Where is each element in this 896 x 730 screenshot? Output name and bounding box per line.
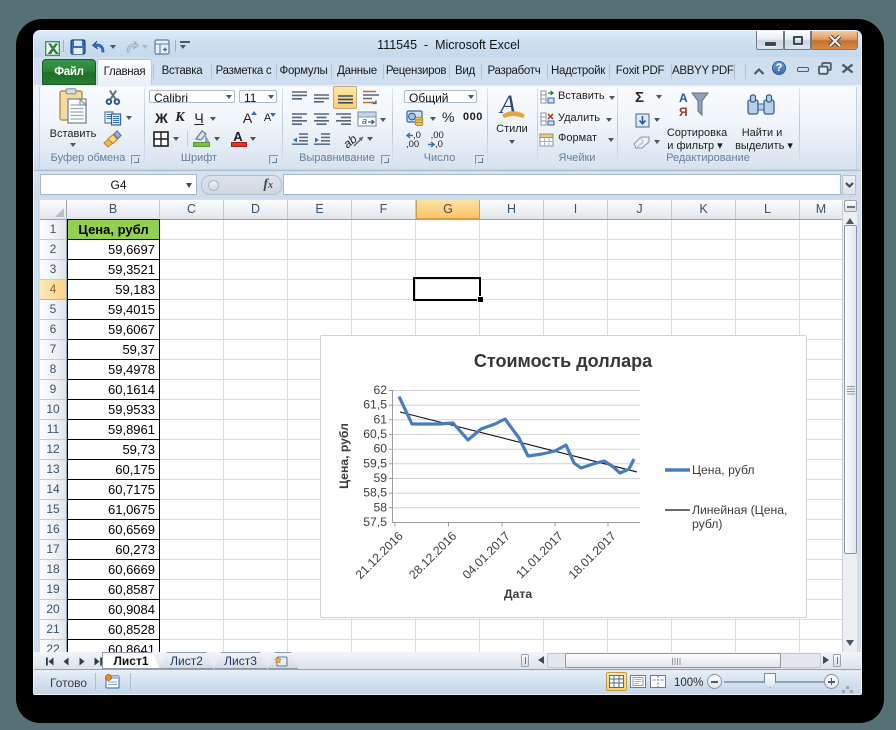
svg-text:21.12.2016: 21.12.2016 xyxy=(353,529,406,582)
svg-text:62: 62 xyxy=(373,383,387,397)
svg-text:60,5: 60,5 xyxy=(363,427,387,441)
svg-text:59: 59 xyxy=(373,471,387,485)
svg-text:18.01.2017: 18.01.2017 xyxy=(566,529,619,582)
svg-text:Линейная (Цена,: Линейная (Цена, xyxy=(692,503,787,517)
svg-text:58,5: 58,5 xyxy=(363,486,387,500)
svg-text:Дата: Дата xyxy=(504,587,532,601)
svg-text:59,5: 59,5 xyxy=(363,456,387,470)
svg-text:Цена, рубл: Цена, рубл xyxy=(692,463,755,477)
svg-text:Я: Я xyxy=(679,105,688,119)
svg-text:А: А xyxy=(679,91,688,105)
svg-text:рубл): рубл) xyxy=(692,517,722,531)
svg-text:61,5: 61,5 xyxy=(363,398,387,412)
svg-text:57,5: 57,5 xyxy=(363,515,387,529)
svg-text:60: 60 xyxy=(373,442,387,456)
svg-text:61: 61 xyxy=(373,412,387,426)
svg-text:Стоимость доллара: Стоимость доллара xyxy=(474,351,653,371)
svg-text:Цена, рубл: Цена, рубл xyxy=(337,423,351,489)
svg-text:ab: ab xyxy=(344,132,360,150)
svg-text:04.01.2017: 04.01.2017 xyxy=(460,529,513,582)
svg-text:28.12.2016: 28.12.2016 xyxy=(406,529,459,582)
svg-text:a: a xyxy=(362,116,367,126)
svg-text:11.01.2017: 11.01.2017 xyxy=(513,529,566,582)
svg-text:58: 58 xyxy=(373,500,387,514)
